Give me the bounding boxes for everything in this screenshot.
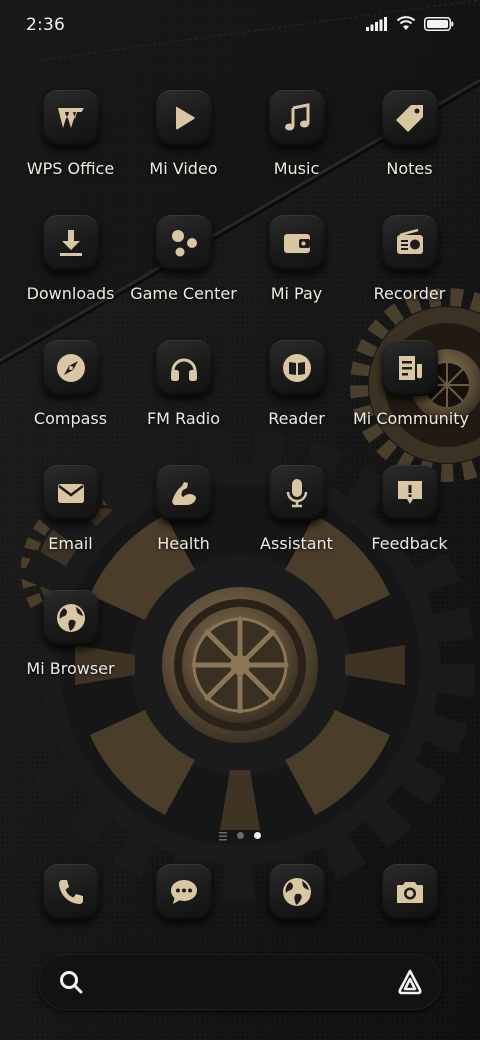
app-feedback[interactable]: Feedback bbox=[353, 465, 466, 553]
tag-icon bbox=[395, 105, 423, 132]
app-notes[interactable]: Notes bbox=[353, 90, 466, 178]
app-label: Mi Community bbox=[353, 409, 469, 428]
app-tile[interactable] bbox=[268, 465, 325, 521]
app-label: Compass bbox=[33, 409, 108, 428]
dock-messages[interactable] bbox=[127, 864, 240, 920]
dock-camera[interactable] bbox=[353, 864, 466, 920]
page-dot-active[interactable] bbox=[254, 831, 261, 839]
battery-icon bbox=[424, 16, 454, 35]
feedback-icon bbox=[397, 481, 422, 504]
app-tile[interactable] bbox=[155, 864, 212, 920]
app-recorder[interactable]: Recorder bbox=[353, 215, 466, 303]
app-label: Notes bbox=[386, 159, 433, 178]
download-icon bbox=[59, 230, 82, 256]
app-label: Recorder bbox=[373, 284, 446, 303]
music-note-icon bbox=[284, 103, 309, 131]
signal-icon bbox=[366, 16, 388, 35]
compass-icon bbox=[56, 354, 85, 382]
app-tile[interactable] bbox=[42, 90, 99, 146]
wifi-icon bbox=[396, 15, 416, 35]
microphone-icon bbox=[286, 479, 307, 508]
app-tile[interactable] bbox=[155, 90, 212, 146]
muscle-arm-icon bbox=[171, 482, 196, 505]
phone-icon bbox=[58, 880, 83, 904]
app-label: Game Center bbox=[130, 284, 237, 303]
app-tile[interactable] bbox=[268, 864, 325, 920]
play-icon bbox=[175, 106, 195, 130]
radio-icon bbox=[396, 228, 423, 254]
app-tile[interactable] bbox=[42, 590, 99, 646]
headphones-icon bbox=[170, 358, 197, 381]
game-dots-icon bbox=[171, 230, 197, 257]
book-icon bbox=[282, 354, 311, 382]
app-fm-radio[interactable]: FM Radio bbox=[127, 340, 240, 428]
app-wps-office[interactable]: WPS Office bbox=[14, 90, 127, 178]
globe-icon bbox=[56, 604, 85, 632]
app-health[interactable]: Health bbox=[127, 465, 240, 553]
app-mi-video[interactable]: Mi Video bbox=[127, 90, 240, 178]
app-mi-community[interactable]: Mi Community bbox=[353, 340, 469, 428]
status-bar: 2:36 bbox=[0, 0, 480, 50]
dock bbox=[0, 864, 480, 924]
app-tile[interactable] bbox=[381, 340, 438, 396]
search-bar[interactable] bbox=[38, 954, 442, 1010]
app-assistant[interactable]: Assistant bbox=[240, 465, 353, 553]
wallet-icon bbox=[283, 234, 310, 253]
ai-assistant-icon[interactable] bbox=[396, 968, 424, 996]
app-tile[interactable] bbox=[381, 90, 438, 146]
search-icon[interactable] bbox=[58, 969, 84, 995]
app-tile[interactable] bbox=[381, 864, 438, 920]
app-tile[interactable] bbox=[381, 465, 438, 521]
status-time: 2:36 bbox=[26, 15, 65, 35]
app-tile[interactable] bbox=[42, 340, 99, 396]
dock-browser[interactable] bbox=[240, 864, 353, 920]
app-tile[interactable] bbox=[155, 465, 212, 521]
app-label: Reader bbox=[268, 409, 325, 428]
app-tile[interactable] bbox=[42, 465, 99, 521]
app-label: FM Radio bbox=[146, 409, 221, 428]
app-label: Mi Browser bbox=[26, 659, 115, 678]
dock-phone[interactable] bbox=[14, 864, 127, 920]
app-game-center[interactable]: Game Center bbox=[127, 215, 240, 303]
app-tile[interactable] bbox=[268, 340, 325, 396]
page-dot[interactable] bbox=[237, 831, 244, 839]
app-tile[interactable] bbox=[155, 340, 212, 396]
camera-icon bbox=[396, 882, 423, 903]
app-label: WPS Office bbox=[26, 159, 115, 178]
home-list-icon bbox=[219, 826, 227, 845]
globe-icon bbox=[282, 878, 311, 906]
app-label: Health bbox=[157, 534, 210, 553]
chat-bubble-icon bbox=[170, 880, 197, 904]
app-tile[interactable] bbox=[381, 215, 438, 271]
app-label: Feedback bbox=[371, 534, 448, 553]
page-indicator[interactable] bbox=[0, 829, 480, 841]
wps-office-icon bbox=[57, 108, 84, 128]
app-reader[interactable]: Reader bbox=[240, 340, 353, 428]
app-label: Assistant bbox=[260, 534, 333, 553]
app-tile[interactable] bbox=[268, 90, 325, 146]
app-label: Mi Pay bbox=[270, 284, 323, 303]
app-downloads[interactable]: Downloads bbox=[14, 215, 127, 303]
app-label: Downloads bbox=[26, 284, 115, 303]
app-mi-browser[interactable]: Mi Browser bbox=[14, 590, 127, 678]
app-tile[interactable] bbox=[42, 215, 99, 271]
app-tile[interactable] bbox=[42, 864, 99, 920]
app-label: Mi Video bbox=[149, 159, 218, 178]
app-mi-pay[interactable]: Mi Pay bbox=[240, 215, 353, 303]
envelope-icon bbox=[57, 484, 84, 503]
app-tile[interactable] bbox=[268, 215, 325, 271]
app-compass[interactable]: Compass bbox=[14, 340, 127, 428]
app-email[interactable]: Email bbox=[14, 465, 127, 553]
app-label: Email bbox=[48, 534, 93, 553]
document-icon bbox=[398, 356, 422, 380]
app-music[interactable]: Music bbox=[240, 90, 353, 178]
app-label: Music bbox=[273, 159, 320, 178]
app-tile[interactable] bbox=[155, 215, 212, 271]
